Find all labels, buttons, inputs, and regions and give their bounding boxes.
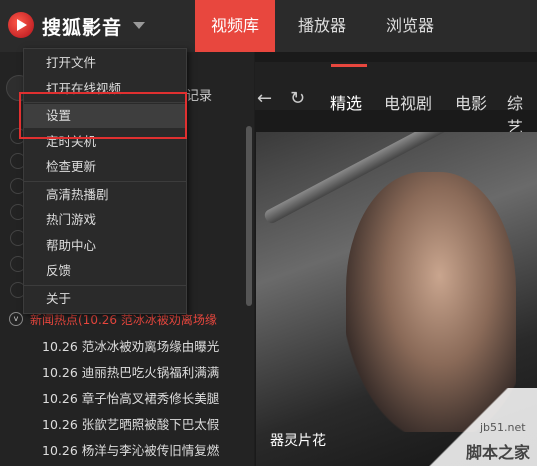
news-item[interactable]: 10.26 张歆艺晒照被酸下巴太假 [42,414,242,433]
tab-player[interactable]: 播放器 [282,0,362,52]
sohu-logo-icon[interactable] [8,12,34,38]
highlight-box [19,92,187,139]
watermark-text: 脚本之家 [466,443,531,462]
tab-browser[interactable]: 浏览器 [370,0,450,52]
back-arrow-icon[interactable]: ← [257,88,272,109]
menu-item-check-updates[interactable]: 检查更新 [24,155,186,179]
menu-item-hot-games[interactable]: 热门游戏 [24,208,186,232]
sidebar-scrollbar[interactable] [246,126,252,306]
chevron-down-icon[interactable]: v [9,312,23,326]
menu-divider [24,285,186,286]
news-item[interactable]: 10.26 章子怡高叉裙秀修长美腿 [42,388,242,407]
record-label[interactable]: 记录 [186,85,212,104]
hero-caption[interactable]: 器灵片花 [270,430,326,450]
app-title[interactable]: 搜狐影音 [42,13,122,40]
news-item[interactable]: 10.26 范冰冰被劝离场缘由曝光 [42,336,242,355]
menu-divider [24,181,186,182]
menu-item-open-file[interactable]: 打开文件 [24,51,186,75]
news-item[interactable]: 10.26 杨洋与李沁被传旧情复燃 [42,440,242,459]
refresh-icon[interactable]: ↻ [290,88,305,109]
menu-item-about[interactable]: 关于 [24,287,186,311]
menu-item-hd-hot-series[interactable]: 高清热播剧 [24,183,186,207]
watermark-url: jb51.net [480,421,526,434]
subtab-variety[interactable]: 综艺 [507,90,537,138]
chevron-down-icon[interactable] [133,22,145,29]
subtab-tv-series[interactable]: 电视剧 [384,90,432,114]
subtab-movies[interactable]: 电影 [455,90,487,114]
news-item[interactable]: 10.26 迪丽热巴吃火锅福利满满 [42,362,242,381]
menu-item-help-center[interactable]: 帮助中心 [24,234,186,258]
app-dropdown-menu: 打开文件 打开在线视频 设置 定时关机 检查更新 高清热播剧 热门游戏 帮助中心… [23,48,187,314]
subtab-featured[interactable]: 精选 [330,90,362,114]
active-tab-indicator [331,64,367,67]
menu-item-feedback[interactable]: 反馈 [24,259,186,283]
tab-video-library[interactable]: 视频库 [195,0,275,52]
